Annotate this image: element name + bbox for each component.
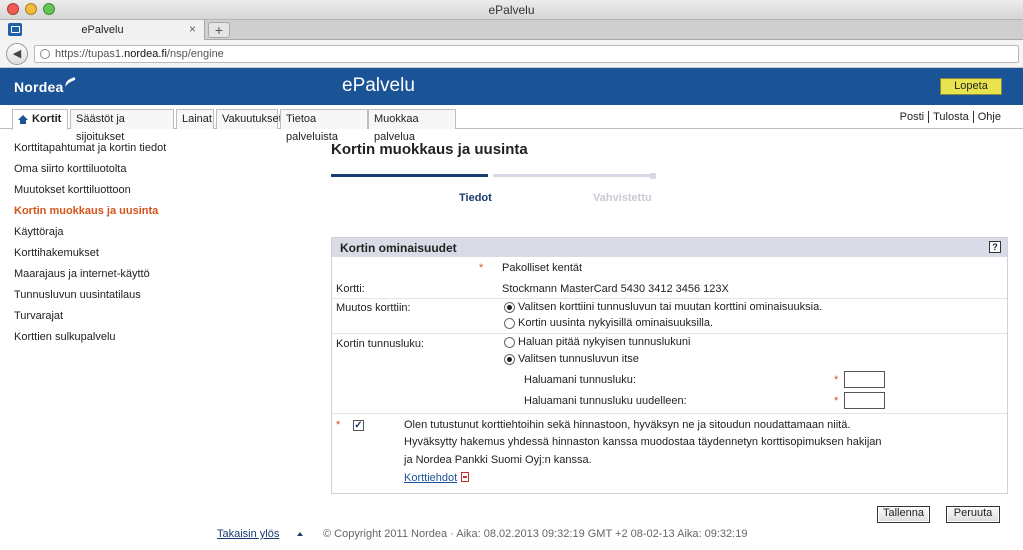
sidebar-item-kortin-muokkaus[interactable]: Kortin muokkaus ja uusinta	[14, 204, 304, 225]
browser-tabbar: ePalvelu × +	[0, 20, 1023, 40]
terms-text-line-2: Hyväksytty hakemus yhdessä hinnaston kan…	[404, 436, 882, 448]
required-star: *	[834, 395, 839, 407]
required-note: Pakolliset kentät	[502, 262, 583, 274]
pdf-icon[interactable]	[461, 472, 470, 482]
pin-option-keep-radio[interactable]	[504, 337, 515, 348]
sidebar-item-korttitapahtumat[interactable]: Korttitapahtumat ja kortin tiedot	[14, 141, 304, 162]
main-menu: Kortit Säästöt ja sijoitukset Lainat Vak…	[0, 105, 1023, 143]
pin-repeat-label: Haluamani tunnusluku uudelleen:	[524, 395, 687, 407]
step-vahvistettu: Vahvistettu	[593, 192, 652, 204]
required-star: *	[479, 262, 484, 274]
window-title: ePalvelu	[488, 3, 535, 17]
panel-header: Kortin ominaisuudet ?	[332, 238, 1007, 257]
sidebar-item-korttihakemukset[interactable]: Korttihakemukset	[14, 246, 304, 267]
browser-navbar: ◀ https://tupas1.nordea.fi/nsp/engine	[0, 40, 1023, 68]
tab-muokkaa-palvelua[interactable]: Muokkaa palvelua	[368, 109, 456, 143]
required-star: *	[834, 374, 839, 386]
page-title: Kortin muokkaus ja uusinta	[331, 141, 528, 158]
nordea-logo[interactable]: Nordea	[14, 76, 79, 95]
new-tab-button[interactable]: +	[208, 22, 230, 38]
change-label: Muutos korttiin:	[336, 302, 411, 314]
globe-icon	[40, 49, 50, 59]
sidebar-item-sulkupalvelu[interactable]: Korttien sulkupalvelu	[14, 330, 304, 351]
divider	[332, 413, 1007, 414]
tab-saastot[interactable]: Säästöt ja sijoitukset	[70, 109, 174, 143]
logo-swoosh-icon	[63, 76, 79, 92]
logout-button[interactable]: Lopeta	[940, 78, 1002, 95]
address-bar[interactable]: https://tupas1.nordea.fi/nsp/engine	[34, 45, 1019, 63]
sidebar-item-oma-siirto[interactable]: Oma siirto korttiluotolta	[14, 162, 304, 183]
sidebar-item-turvarajat[interactable]: Turvarajat	[14, 309, 304, 330]
change-option-customize-radio[interactable]	[504, 302, 515, 313]
home-icon	[18, 115, 28, 124]
ohje-link[interactable]: Ohje	[975, 111, 1004, 123]
sidebar-item-muutokset[interactable]: Muutokset korttiluottoon	[14, 183, 304, 204]
app-title: ePalvelu	[342, 75, 415, 96]
back-button[interactable]: ◀	[6, 43, 28, 65]
posti-link[interactable]: Posti	[897, 111, 927, 123]
sidebar-item-tunnusluvun-uusinta[interactable]: Tunnusluvun uusintatilaus	[14, 288, 304, 309]
terms-text-line-1: Olen tutustunut korttiehtoihin sekä hinn…	[404, 419, 851, 431]
tab-lainat[interactable]: Lainat	[176, 109, 214, 129]
card-label: Kortti:	[336, 283, 365, 295]
card-properties-panel: Kortin ominaisuudet ? * Pakolliset kentä…	[331, 237, 1008, 494]
tab-label: Kortit	[32, 113, 62, 125]
help-icon[interactable]: ?	[989, 241, 1001, 253]
tab-title: ePalvelu	[81, 24, 124, 36]
change-option-renew-label[interactable]: Kortin uusinta nykyisillä ominaisuuksill…	[518, 317, 713, 329]
change-option-customize-label[interactable]: Valitsen korttiini tunnusluvun tai muuta…	[518, 301, 822, 313]
pin-option-choose-label[interactable]: Valitsen tunnusluvun itse	[518, 353, 639, 365]
back-to-top-link[interactable]: Takaisin ylös	[217, 528, 279, 540]
step-progress-inactive	[493, 174, 650, 177]
close-tab-icon[interactable]: ×	[189, 22, 196, 36]
sidebar: Korttitapahtumat ja kortin tiedot Oma si…	[14, 141, 304, 351]
tab-tietoa-palveluista[interactable]: Tietoa palveluista	[280, 109, 368, 143]
sidebar-item-kayttoraja[interactable]: Käyttöraja	[14, 225, 304, 246]
tab-kortit[interactable]: Kortit	[12, 109, 68, 130]
tulosta-link[interactable]: Tulosta	[930, 111, 972, 123]
step-tiedot: Tiedot	[459, 192, 492, 204]
divider	[332, 298, 1007, 299]
step-progress-active	[331, 174, 488, 177]
url-text: https://tupas1.nordea.fi/nsp/engine	[55, 48, 224, 60]
divider	[972, 111, 974, 123]
divider	[928, 111, 930, 123]
card-value: Stockmann MasterCard 5430 3412 3456 123X	[502, 283, 729, 295]
arrow-up-icon[interactable]	[297, 532, 303, 536]
utility-links: Posti Tulosta Ohje	[897, 111, 1004, 123]
terms-link-wrap: Korttiehdot	[404, 471, 470, 484]
panel-title: Kortin ominaisuudet	[340, 241, 457, 255]
sidebar-item-maarajaus[interactable]: Maarajaus ja internet-käyttö	[14, 267, 304, 288]
step-progress-end	[650, 173, 656, 179]
pin-option-choose-radio[interactable]	[504, 354, 515, 365]
terms-checkbox[interactable]: ✓	[353, 420, 364, 431]
terms-text-line-3: ja Nordea Pankki Suomi Oyj:n kanssa.	[404, 454, 592, 466]
pin-label: Kortin tunnusluku:	[336, 338, 425, 350]
pin-input[interactable]	[844, 371, 885, 388]
browser-tab[interactable]: ePalvelu ×	[0, 20, 205, 40]
required-star: *	[336, 419, 341, 431]
tab-vakuutukset[interactable]: Vakuutukset	[216, 109, 282, 129]
copyright: © Copyright 2011 Nordea · Aika: 08.02.20…	[323, 528, 748, 540]
pin-field-label: Haluamani tunnusluku:	[524, 374, 636, 386]
change-option-renew-radio[interactable]	[504, 318, 515, 329]
save-button[interactable]: Tallenna	[877, 506, 930, 523]
divider	[332, 333, 1007, 334]
brand-header: Nordea ePalvelu Lopeta	[0, 68, 1023, 105]
pin-option-keep-label[interactable]: Haluan pitää nykyisen tunnuslukuni	[518, 336, 690, 348]
browser-titlebar: ePalvelu	[0, 0, 1023, 20]
terms-link[interactable]: Korttiehdot	[404, 472, 457, 484]
pin-repeat-input[interactable]	[844, 392, 885, 409]
cancel-button[interactable]: Peruuta	[946, 506, 1000, 523]
